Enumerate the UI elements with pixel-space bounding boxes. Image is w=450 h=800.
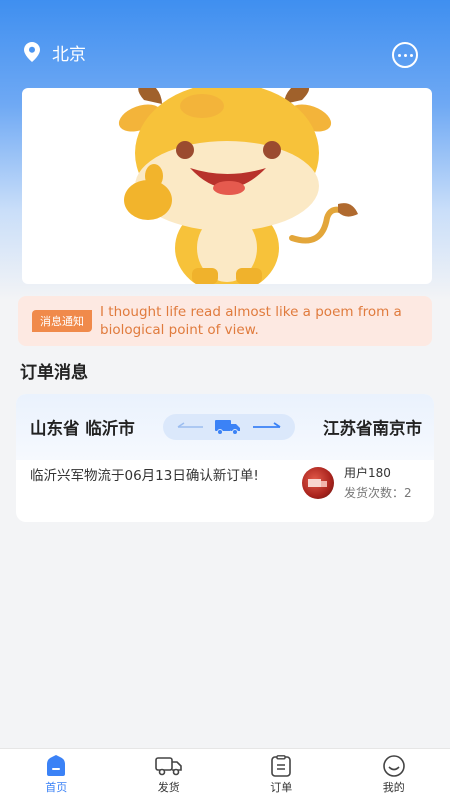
message-icon[interactable] — [392, 42, 418, 68]
order-description: 临沂兴军物流于06月13日确认新订单! — [30, 468, 259, 484]
location-pin-icon — [24, 42, 40, 62]
tab-mine-label: 我的 — [382, 781, 405, 794]
order-body: 临沂兴军物流于06月13日确认新订单! 用户180 发货次数：2 — [16, 464, 434, 501]
avatar-truck-image — [308, 478, 327, 487]
shipment-count: 发货次数：2 — [344, 486, 412, 500]
tab-bar: 首页 发货 订单 我的 — [0, 748, 450, 800]
notice-text: I thought life read almost like a poem f… — [100, 304, 402, 338]
cow-mascot-illustration — [118, 88, 358, 284]
route-indicator — [162, 414, 295, 440]
arrow-left-icon — [177, 422, 204, 428]
tab-orders-label: 订单 — [270, 781, 293, 794]
tab-home-label: 首页 — [45, 781, 68, 794]
home-icon — [47, 755, 66, 776]
smile-icon — [382, 755, 405, 777]
truck-icon — [214, 420, 240, 435]
truck-icon — [154, 757, 182, 776]
section-title: 订单消息 — [20, 363, 88, 383]
user-name: 用户180 — [344, 466, 391, 480]
arrow-right-icon — [252, 422, 281, 428]
header: 北京 — [0, 30, 450, 74]
tab-ship-label: 发货 — [157, 781, 180, 794]
order-user: 用户180 发货次数：2 — [302, 464, 412, 501]
location-selector[interactable]: 北京 — [24, 40, 86, 65]
tab-orders[interactable]: 订单 — [225, 749, 338, 800]
avatar — [302, 466, 334, 499]
notice-tag: 消息通知 — [32, 310, 92, 332]
banner-image[interactable] — [22, 88, 432, 284]
clipboard-icon — [271, 755, 292, 777]
tab-mine[interactable]: 我的 — [338, 749, 450, 800]
origin-city: 山东省 临沂市 — [30, 419, 135, 438]
city-label: 北京 — [52, 44, 86, 65]
destination-city: 江苏省南京市 — [323, 419, 422, 438]
order-card[interactable]: 山东省 临沂市 江苏省南京市 临沂兴军物流于06月13日确认新订单! 用户180… — [16, 394, 434, 522]
notice-bar[interactable]: 消息通知 I thought life read almost like a p… — [18, 296, 432, 346]
tab-home[interactable]: 首页 — [0, 749, 113, 800]
tab-ship[interactable]: 发货 — [113, 749, 226, 800]
order-route: 山东省 临沂市 江苏省南京市 — [16, 394, 434, 460]
